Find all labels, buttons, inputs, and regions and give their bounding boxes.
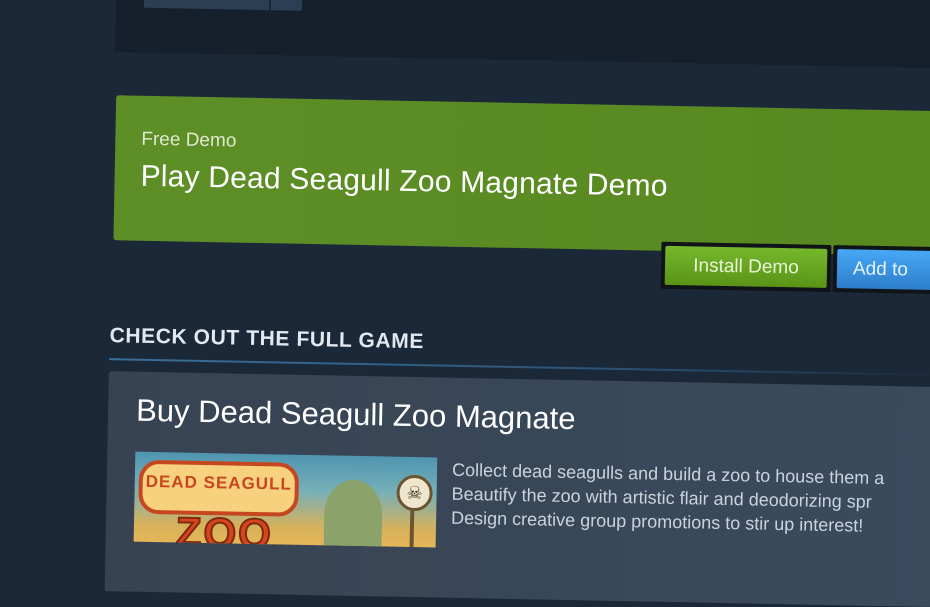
capsule-logo-plate: DEAD SEAGULL <box>138 459 300 517</box>
tree-illustration <box>323 479 383 548</box>
section-header: CHECK OUT THE FULL GAME <box>109 324 425 354</box>
demo-eyebrow: Free Demo <box>141 128 237 152</box>
buy-title: Buy Dead Seagull Zoo Magnate <box>135 392 576 437</box>
capsule-logo-top: DEAD SEAGULL <box>145 471 293 494</box>
store-page: Free Demo Play Dead Seagull Zoo Magnate … <box>0 0 930 607</box>
demo-banner: Free Demo Play Dead Seagull Zoo Magnate … <box>113 95 930 295</box>
capsule-logo-big: ZOO <box>174 507 274 548</box>
add-to-wishlist-button-frame: Add to <box>832 245 930 295</box>
sign-pole <box>409 508 415 548</box>
demo-title: Play Dead Seagull Zoo Magnate Demo <box>140 159 668 203</box>
top-media-panel <box>115 0 930 69</box>
skull-sign-icon: ☠ <box>396 474 433 512</box>
install-demo-button[interactable]: Install Demo <box>664 245 828 288</box>
media-thumbnail[interactable] <box>143 0 303 11</box>
game-description: Collect dead seagulls and build a zoo to… <box>451 458 930 539</box>
install-demo-button-frame: Install Demo <box>660 241 832 292</box>
add-to-wishlist-button[interactable]: Add to <box>836 249 930 291</box>
game-capsule-image[interactable]: DEAD SEAGULL ZOO ☠ <box>133 451 438 548</box>
buy-full-game-panel: Buy Dead Seagull Zoo Magnate DEAD SEAGUL… <box>104 371 930 607</box>
